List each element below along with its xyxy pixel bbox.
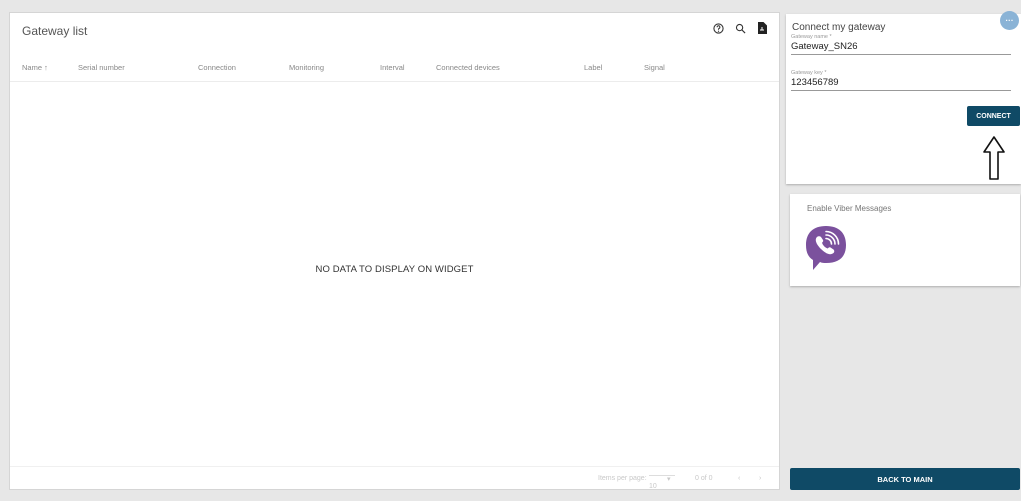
gateway-list-title: Gateway list [22,24,88,38]
up-arrow-icon [983,136,1005,185]
column-header-monitoring[interactable]: Monitoring [289,63,324,72]
table-header: Name ↑ Serial number Connection Monitori… [10,59,779,82]
column-header-label[interactable]: Label [584,63,602,72]
more-options-button[interactable]: ··· [1000,11,1019,30]
gateway-list-toolbar [711,21,769,35]
gateway-key-field[interactable]: Gateway key * 123456789 [791,70,1011,91]
viber-card-title[interactable]: Enable Viber Messages [807,204,891,213]
items-per-page-label: Items per page: [598,475,647,482]
help-icon[interactable] [711,21,725,35]
viber-messages-card: Enable Viber Messages [790,194,1020,286]
column-header-serial-number[interactable]: Serial number [78,63,125,72]
connect-button[interactable]: CONNECT [967,106,1020,126]
search-icon[interactable] [733,21,747,35]
gateway-name-field[interactable]: Gateway name * Gateway_SN26 [791,34,1011,55]
gateway-name-input[interactable]: Gateway_SN26 [791,40,1011,54]
items-per-page-select[interactable]: 10 ▾ [649,475,675,490]
next-page-icon[interactable]: › [759,475,761,482]
page-range: 0 of 0 [695,475,713,482]
connect-card-title: Connect my gateway [792,22,886,33]
column-header-connected-devices[interactable]: Connected devices [436,63,500,72]
column-header-name[interactable]: Name ↑ [22,63,48,72]
empty-state-message: NO DATA TO DISPLAY ON WIDGET [315,264,474,275]
gateway-key-input[interactable]: 123456789 [791,76,1011,90]
previous-page-icon[interactable]: ‹ [738,475,740,482]
pagination: Items per page: 10 ▾ 0 of 0 ‹ › [10,466,779,490]
viber-logo-icon[interactable] [804,224,848,277]
column-header-connection[interactable]: Connection [198,63,236,72]
export-file-icon[interactable] [755,21,769,35]
back-to-main-button[interactable]: BACK TO MAIN [790,468,1020,490]
column-header-signal[interactable]: Signal [644,63,665,72]
dropdown-arrow-icon: ▾ [667,476,671,483]
gateway-list-panel: Gateway list Name ↑ Serial number Connec… [9,12,780,490]
column-header-interval[interactable]: Interval [380,63,405,72]
connect-gateway-card: Connect my gateway Gateway name * Gatewa… [786,14,1021,184]
